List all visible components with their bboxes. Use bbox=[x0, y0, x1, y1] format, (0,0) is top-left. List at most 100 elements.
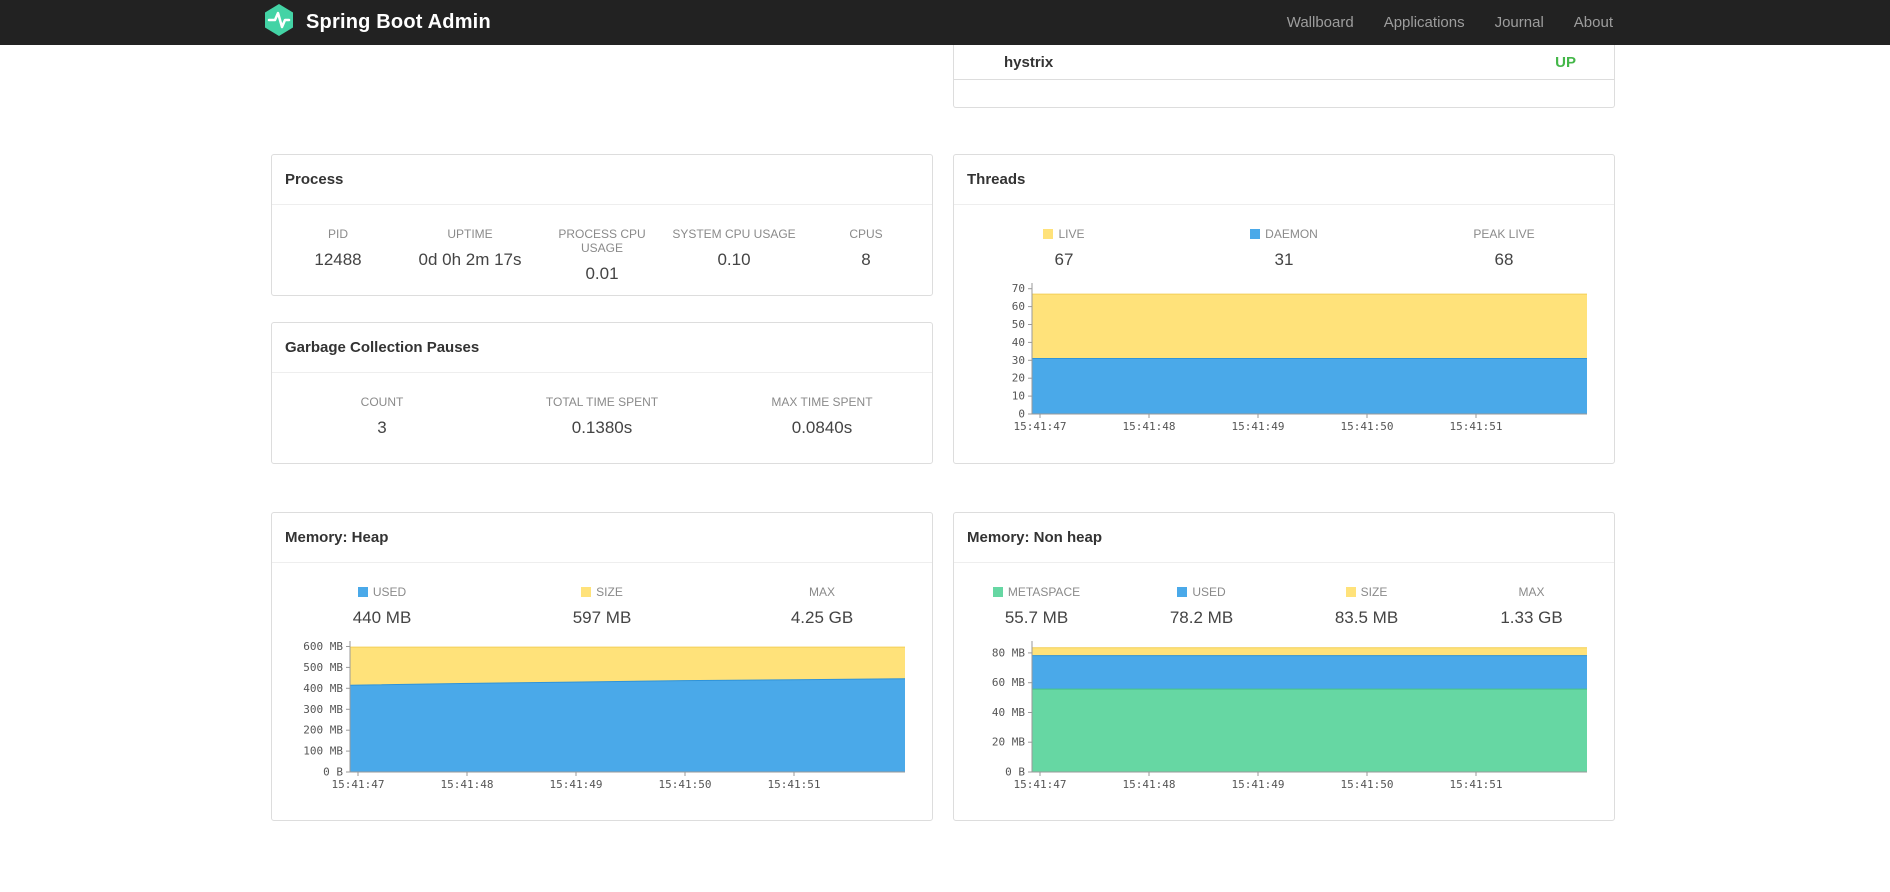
svg-text:400 MB: 400 MB bbox=[303, 682, 343, 695]
brand[interactable]: Spring Boot Admin bbox=[262, 3, 491, 42]
brand-title: Spring Boot Admin bbox=[306, 11, 491, 33]
gc-card: Garbage Collection Pauses COUNT 3 TOTAL … bbox=[271, 322, 933, 464]
svg-text:15:41:50: 15:41:50 bbox=[659, 778, 712, 791]
svg-text:15:41:49: 15:41:49 bbox=[1232, 420, 1285, 433]
stat-value: 78.2 MB bbox=[1169, 608, 1234, 627]
brand-logo-icon bbox=[262, 3, 296, 42]
svg-text:15:41:50: 15:41:50 bbox=[1341, 778, 1394, 791]
process-card: Process PID 12488 UPTIME 0d 0h 2m 17s PR… bbox=[271, 154, 933, 296]
stat-value: 0d 0h 2m 17s bbox=[418, 250, 522, 269]
stat-value: 3 bbox=[377, 418, 387, 437]
svg-text:60: 60 bbox=[1012, 300, 1025, 313]
stat-value: 0.01 bbox=[585, 264, 619, 283]
heap-card: Memory: Heap USED 440 MB SIZE 597 MB MAX bbox=[271, 512, 933, 821]
svg-text:300 MB: 300 MB bbox=[303, 703, 343, 716]
svg-text:15:41:48: 15:41:48 bbox=[1123, 420, 1176, 433]
stat-cpus: CPUS 8 bbox=[800, 227, 932, 284]
gc-card-title: Garbage Collection Pauses bbox=[272, 323, 932, 373]
stat-value: 68 bbox=[1494, 250, 1514, 269]
page: Spring Boot Admin Wallboard Applications… bbox=[0, 0, 1890, 892]
svg-text:60 MB: 60 MB bbox=[992, 676, 1025, 689]
stat-label: SIZE bbox=[1284, 585, 1449, 599]
gc-stats: COUNT 3 TOTAL TIME SPENT 0.1380s MAX TIM… bbox=[272, 395, 932, 438]
stat-label: DAEMON bbox=[1174, 227, 1394, 241]
navbar: Spring Boot Admin Wallboard Applications… bbox=[0, 0, 1890, 45]
stat-label: COUNT bbox=[360, 395, 404, 409]
stat-label: PID bbox=[327, 227, 348, 241]
threads-card-title: Threads bbox=[954, 155, 1614, 205]
status-badge: UP bbox=[1555, 54, 1576, 71]
stat-label: USED bbox=[1119, 585, 1284, 599]
threads-legend: LIVE 67 DAEMON 31 PEAK LIVE 68 bbox=[954, 227, 1614, 270]
stat-label: MAX TIME SPENT bbox=[771, 395, 873, 409]
svg-text:100 MB: 100 MB bbox=[303, 745, 343, 758]
svg-text:15:41:48: 15:41:48 bbox=[441, 778, 494, 791]
stat-value: 83.5 MB bbox=[1334, 608, 1399, 627]
heap-chart: 0 B 100 MB 200 MB 300 MB 400 MB 500 MB 600 MB 1… bbox=[292, 638, 907, 796]
heap-card-title: Memory: Heap bbox=[272, 513, 932, 563]
health-card: hystrix UP bbox=[953, 45, 1615, 108]
stat-nonheap-max: MAX 1.33 GB bbox=[1449, 585, 1614, 628]
svg-text:20: 20 bbox=[1012, 372, 1025, 385]
stat-value: 597 MB bbox=[572, 608, 632, 627]
stat-nonheap-used: USED 78.2 MB bbox=[1119, 585, 1284, 628]
stat-value: 55.7 MB bbox=[1004, 608, 1069, 627]
svg-text:15:41:51: 15:41:51 bbox=[1450, 778, 1503, 791]
live-swatch bbox=[1043, 229, 1054, 239]
threads-chart: 0 10 20 30 40 50 60 70 15:41:47 15:41:48 15:41:49 1… bbox=[974, 280, 1589, 438]
svg-text:15:41:47: 15:41:47 bbox=[1014, 778, 1067, 791]
svg-text:0 B: 0 B bbox=[1005, 766, 1025, 779]
heap-legend: USED 440 MB SIZE 597 MB MAX 4.25 GB bbox=[272, 585, 932, 628]
nav-items: Wallboard Applications Journal About bbox=[1272, 0, 1628, 45]
svg-text:15:41:51: 15:41:51 bbox=[768, 778, 821, 791]
stat-heap-used: USED 440 MB bbox=[272, 585, 492, 628]
stat-label: TOTAL TIME SPENT bbox=[545, 395, 659, 409]
svg-text:10: 10 bbox=[1012, 390, 1025, 403]
stat-system-cpu: SYSTEM CPU USAGE 0.10 bbox=[668, 227, 800, 284]
health-name: hystrix bbox=[1004, 54, 1054, 71]
process-stats: PID 12488 UPTIME 0d 0h 2m 17s PROCESS CP… bbox=[272, 227, 932, 284]
svg-text:40: 40 bbox=[1012, 336, 1025, 349]
stat-label: METASPACE bbox=[954, 585, 1119, 599]
nav-item-applications[interactable]: Applications bbox=[1369, 0, 1480, 45]
nav-item-journal[interactable]: Journal bbox=[1480, 0, 1559, 45]
stat-value: 440 MB bbox=[352, 608, 412, 627]
svg-text:15:41:50: 15:41:50 bbox=[1341, 420, 1394, 433]
daemon-swatch bbox=[1250, 229, 1261, 239]
nav-item-about[interactable]: About bbox=[1559, 0, 1628, 45]
stat-label: MAX bbox=[1518, 585, 1545, 599]
stat-value: 67 bbox=[1054, 250, 1074, 269]
svg-text:500 MB: 500 MB bbox=[303, 661, 343, 674]
svg-text:70: 70 bbox=[1012, 282, 1025, 295]
stat-value: 1.33 GB bbox=[1500, 608, 1563, 627]
svg-text:15:41:48: 15:41:48 bbox=[1123, 778, 1176, 791]
stat-gc-count: COUNT 3 bbox=[272, 395, 492, 438]
nav-item-wallboard[interactable]: Wallboard bbox=[1272, 0, 1369, 45]
stat-label: MAX bbox=[808, 585, 835, 599]
stat-uptime: UPTIME 0d 0h 2m 17s bbox=[404, 227, 536, 284]
used-swatch bbox=[357, 587, 368, 597]
navbar-inner: Spring Boot Admin Wallboard Applications… bbox=[262, 0, 1628, 45]
stat-value: 0.1380s bbox=[571, 418, 633, 437]
stat-nonheap-metaspace: METASPACE 55.7 MB bbox=[954, 585, 1119, 628]
nonheap-chart: 0 B 20 MB 40 MB 60 MB 80 MB 15:41:47 15:41:48 1… bbox=[974, 638, 1589, 796]
svg-text:15:41:49: 15:41:49 bbox=[1232, 778, 1285, 791]
stat-value: 0.10 bbox=[717, 250, 751, 269]
stat-label: LIVE bbox=[954, 227, 1174, 241]
size-swatch bbox=[1345, 587, 1356, 597]
metaspace-swatch bbox=[992, 587, 1003, 597]
stat-gc-max-time: MAX TIME SPENT 0.0840s bbox=[712, 395, 932, 438]
stat-label: PROCESS CPU USAGE bbox=[558, 227, 646, 255]
stat-threads-live: LIVE 67 bbox=[954, 227, 1174, 270]
svg-text:15:41:49: 15:41:49 bbox=[550, 778, 603, 791]
stat-threads-peak: PEAK LIVE 68 bbox=[1394, 227, 1614, 270]
stat-value: 31 bbox=[1274, 250, 1294, 269]
nonheap-legend: METASPACE 55.7 MB USED 78.2 MB SIZE 83.5… bbox=[954, 585, 1614, 628]
svg-text:15:41:47: 15:41:47 bbox=[332, 778, 385, 791]
svg-text:50: 50 bbox=[1012, 318, 1025, 331]
stat-label: SYSTEM CPU USAGE bbox=[672, 227, 796, 241]
svg-text:15:41:47: 15:41:47 bbox=[1014, 420, 1067, 433]
nonheap-card-title: Memory: Non heap bbox=[954, 513, 1614, 563]
stat-gc-total-time: TOTAL TIME SPENT 0.1380s bbox=[492, 395, 712, 438]
stat-heap-size: SIZE 597 MB bbox=[492, 585, 712, 628]
